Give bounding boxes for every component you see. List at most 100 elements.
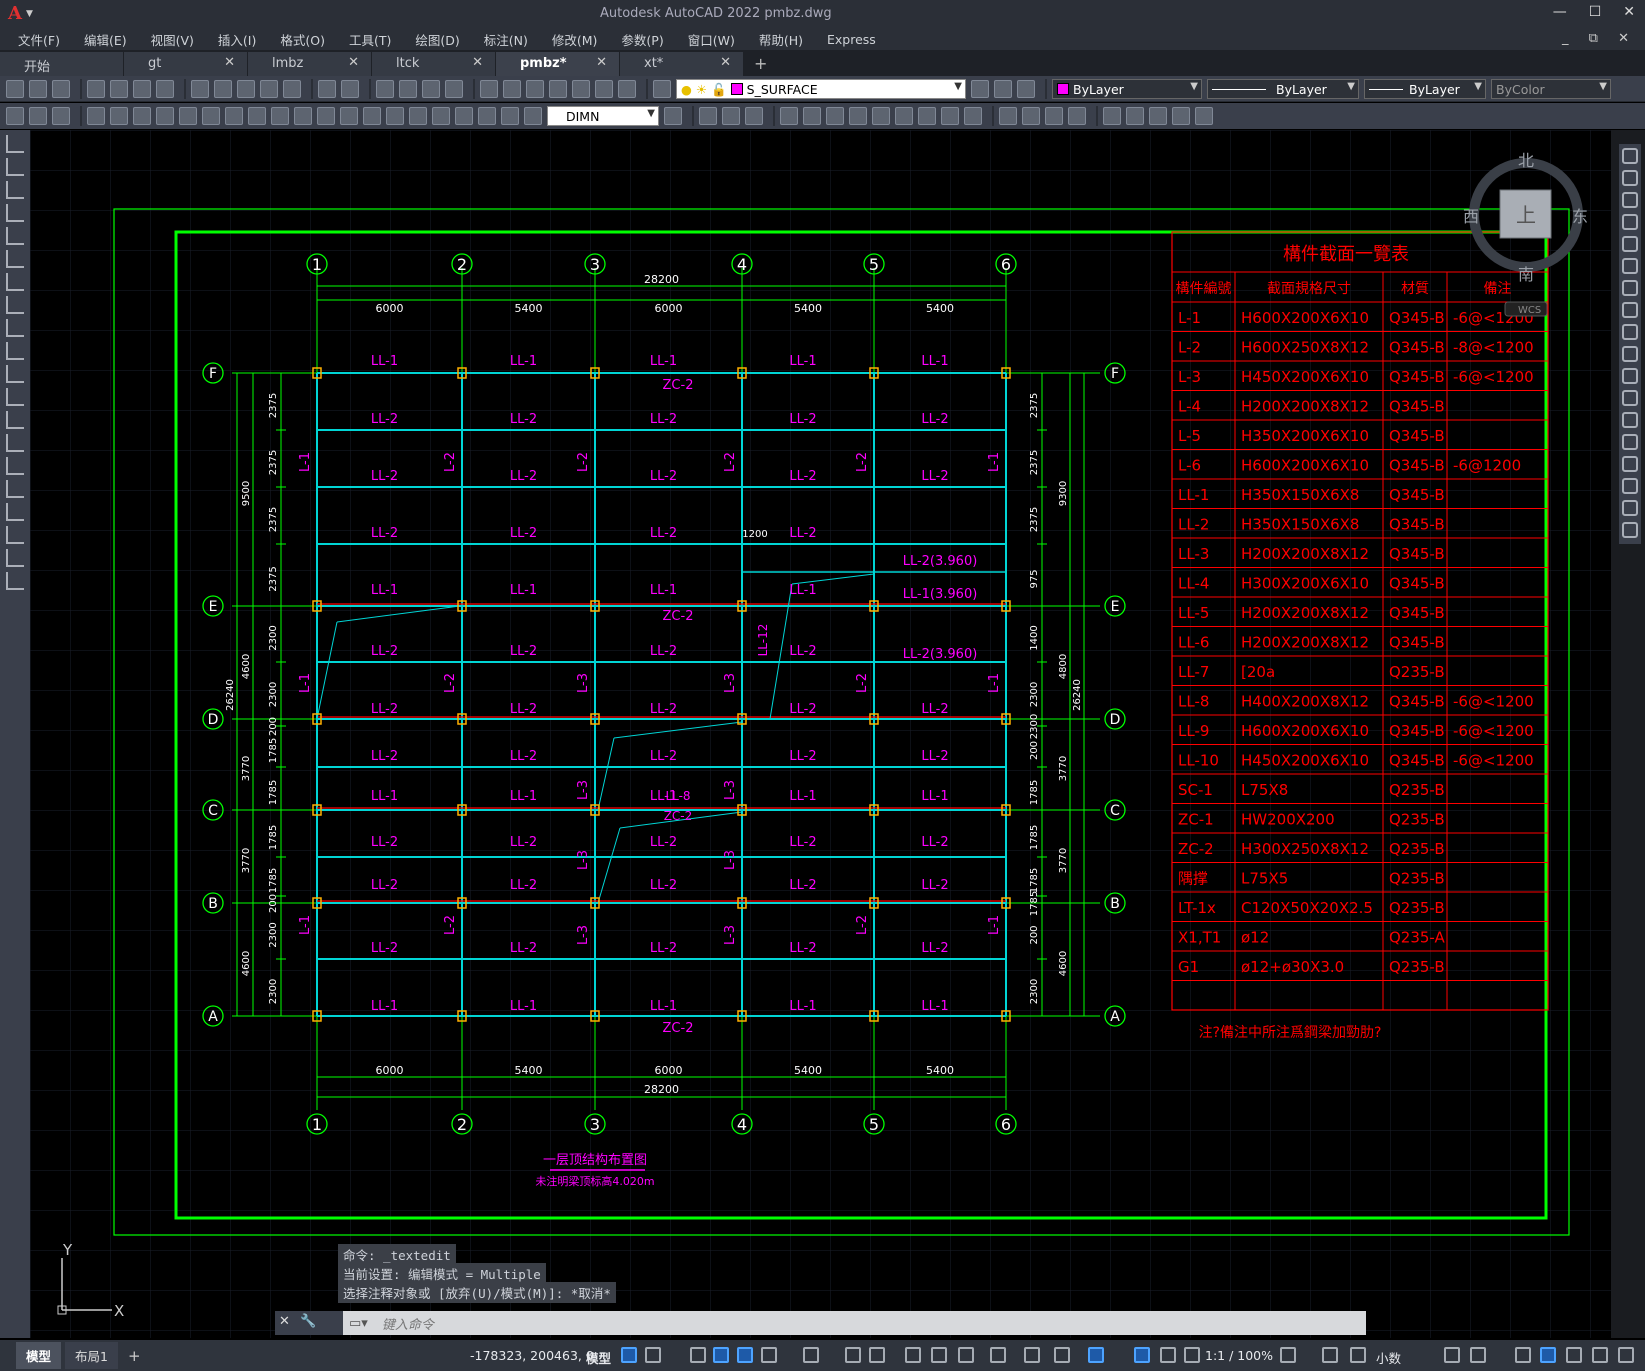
minimize-icon[interactable]: —	[1553, 4, 1567, 20]
tab-lmbz[interactable]: lmbz ✕	[248, 52, 371, 76]
gradient-icon[interactable]	[6, 480, 24, 498]
jogged-linear-icon[interactable]	[455, 107, 473, 125]
layer-dropdown[interactable]: ● ☀ 🔓 S_SURFACE ▼	[676, 78, 966, 99]
snap-toggle-icon[interactable]	[645, 1347, 661, 1363]
menu-modify[interactable]: 修改(M)	[540, 30, 610, 49]
view-bottom-icon[interactable]	[803, 107, 821, 125]
radius-dimension-icon[interactable]	[179, 107, 197, 125]
menu-express[interactable]: Express	[815, 32, 888, 47]
zoom-previous-icon[interactable]	[445, 79, 463, 98]
dynamic-input-icon[interactable]	[713, 1347, 729, 1363]
ucs-icon[interactable]	[1103, 107, 1121, 125]
command-input[interactable]: 键入命令	[368, 1314, 434, 1333]
menu-insert[interactable]: 插入(I)	[206, 30, 268, 49]
visual-style-conceptual-icon[interactable]	[1068, 107, 1086, 125]
spline-icon[interactable]	[6, 319, 24, 337]
grid-toggle-icon[interactable]	[621, 1347, 637, 1363]
extend-icon[interactable]	[1622, 368, 1638, 384]
recent-commands-icon[interactable]: ▭▾	[349, 1316, 368, 1331]
rectangle-icon[interactable]	[6, 227, 24, 245]
menu-view[interactable]: 视图(V)	[139, 30, 206, 49]
make-block-icon[interactable]	[6, 411, 24, 429]
close-icon[interactable]: ✕	[348, 55, 359, 70]
object-snap-tracking-icon[interactable]	[845, 1347, 861, 1363]
extrude-icon[interactable]	[745, 107, 763, 125]
help-icon[interactable]	[618, 79, 636, 98]
view-top-icon[interactable]	[780, 107, 798, 125]
menu-edit[interactable]: 编辑(E)	[72, 30, 139, 49]
wrench-icon[interactable]: 🔧	[300, 1314, 316, 1329]
drawing-svg[interactable]: 6000 5400 6000 5400 5400 28200 6000 5400 6000 540…	[30, 130, 1611, 1338]
menu-help[interactable]: 帮助(H)	[747, 30, 815, 49]
transparency-icon[interactable]	[931, 1347, 947, 1363]
break-icon[interactable]	[1622, 412, 1638, 428]
stretch-icon[interactable]	[1622, 324, 1638, 340]
dimstyle-dropdown[interactable]: DIMN ▼	[547, 106, 659, 126]
ucs-previous-icon[interactable]	[1149, 107, 1167, 125]
customization-icon[interactable]	[1618, 1347, 1634, 1363]
point-icon[interactable]	[6, 434, 24, 452]
calculator-icon[interactable]	[595, 79, 613, 98]
close-icon[interactable]: ✕	[472, 55, 483, 70]
make-current-layer-icon[interactable]	[971, 79, 989, 98]
menu-format[interactable]: 格式(O)	[268, 30, 337, 49]
aligned-dimension-icon[interactable]	[110, 107, 128, 125]
polygon-icon[interactable]	[6, 204, 24, 222]
rotate-icon[interactable]	[1622, 280, 1638, 296]
fillet-icon[interactable]	[1622, 478, 1638, 494]
ellipse-icon[interactable]	[6, 342, 24, 360]
continue-dimension-icon[interactable]	[317, 107, 335, 125]
line-icon[interactable]	[6, 135, 24, 153]
angular-dimension-icon[interactable]	[248, 107, 266, 125]
visual-style-realistic-icon[interactable]	[1045, 107, 1063, 125]
pan-icon[interactable]	[376, 79, 394, 98]
menu-file[interactable]: 文件(F)	[6, 30, 72, 49]
print-preview-icon[interactable]	[110, 79, 128, 98]
units-icon[interactable]	[1350, 1347, 1366, 1363]
layer-states-icon[interactable]	[1017, 79, 1035, 98]
workspace-gear-icon[interactable]	[1280, 1347, 1296, 1363]
auto-scale-icon[interactable]	[1160, 1347, 1176, 1363]
tool-palettes-icon[interactable]	[526, 79, 544, 98]
redo-icon[interactable]	[341, 79, 359, 98]
region-icon[interactable]	[6, 503, 24, 521]
add-layout-icon[interactable]: +	[128, 1347, 141, 1365]
plotstyle-dropdown[interactable]: ByColor ▼	[1491, 78, 1611, 99]
command-line[interactable]: ✕ 🔧 ▭▾ 键入命令	[275, 1311, 1366, 1335]
viewcube-north[interactable]: 北	[1518, 151, 1534, 170]
zoom-window-icon[interactable]	[422, 79, 440, 98]
annotation-monitor-icon[interactable]	[1322, 1347, 1338, 1363]
viewcube-south[interactable]: 南	[1518, 265, 1534, 284]
cylinder-icon[interactable]	[722, 107, 740, 125]
break-at-point-icon[interactable]	[1622, 390, 1638, 406]
app-menu-chevron-icon[interactable]: ▼	[26, 9, 33, 19]
properties-icon[interactable]	[480, 79, 498, 98]
ordinate-dimension-icon[interactable]	[156, 107, 174, 125]
tab-layout1[interactable]: 布局1	[65, 1342, 118, 1369]
view-sw-iso-icon[interactable]	[918, 107, 936, 125]
lineweight-dropdown[interactable]: ByLayer ▼	[1364, 78, 1486, 99]
selection-filter-icon[interactable]	[1054, 1347, 1070, 1363]
dimension-space-icon[interactable]	[340, 107, 358, 125]
inspection-icon[interactable]	[432, 107, 450, 125]
lock-ui-icon[interactable]	[1470, 1347, 1486, 1363]
move-icon[interactable]	[1622, 258, 1638, 274]
diameter-dimension-icon[interactable]	[225, 107, 243, 125]
undo-icon[interactable]	[318, 79, 336, 98]
dimension-update-icon[interactable]	[524, 107, 542, 125]
drawing-canvas[interactable]: 6000 5400 6000 5400 5400 28200 6000 5400 6000 540…	[30, 130, 1611, 1338]
close-icon[interactable]: ✕	[1623, 4, 1635, 20]
center-mark-icon[interactable]	[409, 107, 427, 125]
polar-tracking-icon[interactable]	[761, 1347, 777, 1363]
tab-xt[interactable]: xt* ✕	[620, 52, 743, 76]
dimension-break-icon[interactable]	[363, 107, 381, 125]
array-icon[interactable]	[1622, 236, 1638, 252]
annotation-scale-icon[interactable]	[1184, 1347, 1200, 1363]
cut-icon[interactable]	[191, 79, 209, 98]
dimension-style-icon[interactable]	[664, 107, 682, 125]
menu-draw[interactable]: 绘图(D)	[403, 30, 471, 49]
3d-object-snap-icon[interactable]	[990, 1347, 1006, 1363]
dimension-text-edit-icon[interactable]	[501, 107, 519, 125]
erase-icon[interactable]	[1622, 148, 1638, 164]
multiline-text-icon[interactable]	[6, 549, 24, 567]
